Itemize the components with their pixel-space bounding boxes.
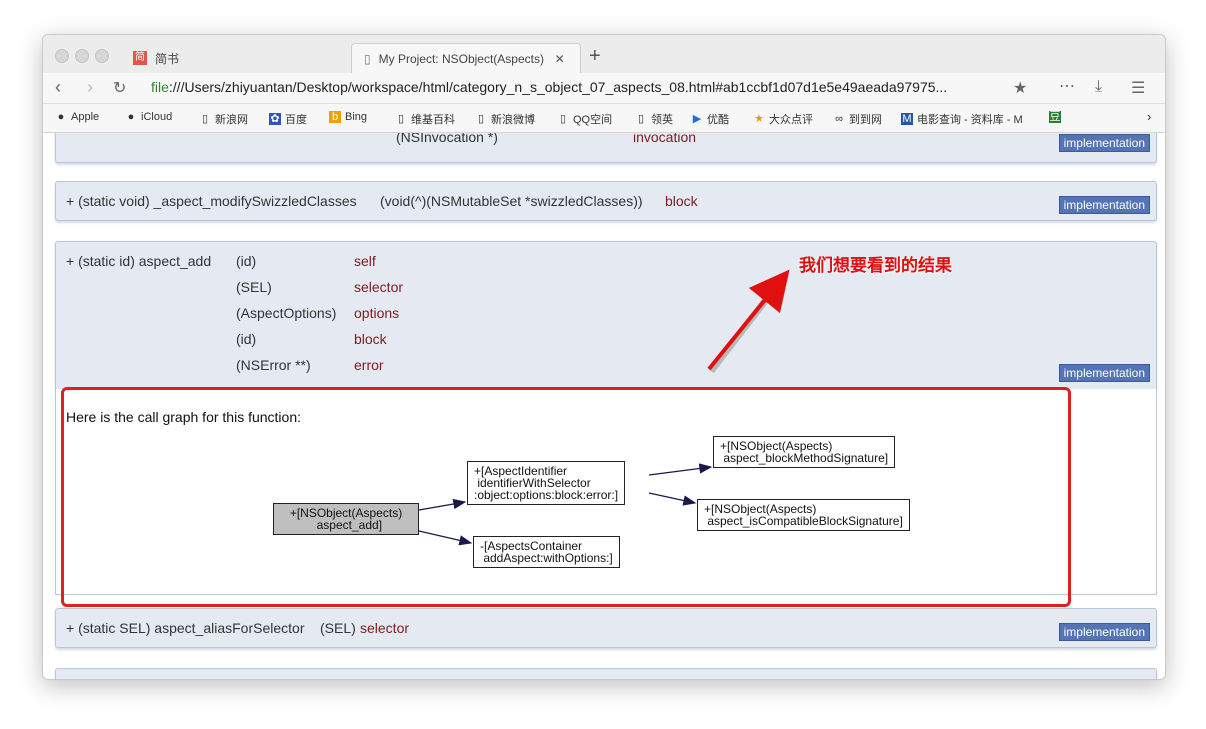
bookmark-apple[interactable]: ● Apple: [55, 111, 99, 123]
annotation-text: 我们想要看到的结果: [799, 256, 952, 276]
bookmark-qzone[interactable]: ▯ QQ空间: [557, 111, 612, 127]
new-tab-button[interactable]: +: [589, 45, 601, 68]
page-icon: ▯: [477, 113, 485, 125]
bookmark-label: 新浪网: [215, 114, 248, 126]
method-signature: + (static SEL) aspect_aliasForSelector: [66, 620, 305, 636]
reload-icon[interactable]: ↻: [113, 78, 126, 98]
page-icon: ▯: [364, 52, 371, 66]
close-tab-icon[interactable]: ✕: [555, 52, 565, 66]
bookmark-label: 到到网: [849, 114, 882, 126]
bookmark-label: 维基百科: [411, 114, 455, 126]
menu-icon[interactable]: ☰: [1131, 78, 1145, 98]
bookmark-icloud[interactable]: ● iCloud: [125, 111, 173, 123]
bookmark-star-icon[interactable]: ★: [1013, 78, 1027, 98]
page-icon: ▯: [201, 113, 209, 125]
back-icon[interactable]: ‹: [55, 77, 61, 98]
browser-window: 简 简书 ▯ My Project: NSObject(Aspects) Ca …: [42, 34, 1166, 680]
jianshu-icon: 简: [133, 51, 147, 65]
bing-icon: b: [329, 111, 341, 123]
owl-icon: ∞: [835, 113, 843, 125]
bookmark-label: Apple: [71, 111, 100, 123]
bookmarks-bar: ● Apple ● iCloud ▯ 新浪网 ✿ 百度 b Bing ▯ 维基百科 ▯ 新浪微…: [43, 104, 1165, 133]
bookmark-baidu[interactable]: ✿ 百度: [269, 111, 307, 127]
bookmark-douban[interactable]: 豆: [1049, 111, 1061, 123]
bookmark-label: 新浪微博: [491, 114, 535, 126]
bookmark-label: iCloud: [141, 111, 173, 123]
card-alias-for-selector: + (static SEL) aspect_aliasForSelector (…: [55, 608, 1157, 648]
url-scheme: file: [151, 79, 169, 95]
param-name: selector: [360, 620, 410, 636]
apple-icon: ●: [57, 111, 65, 123]
card-partial-bottom: [55, 668, 1157, 679]
nav-bar: ‹ › ↻ file:///Users/zhiyuantan/Desktop/w…: [43, 73, 1165, 104]
close-window-button[interactable]: [55, 49, 69, 63]
zoom-window-button[interactable]: [95, 49, 109, 63]
paw-icon: ✿: [269, 113, 281, 125]
bookmark-label: 领英: [651, 114, 673, 126]
douban-icon: 豆: [1049, 111, 1061, 123]
bookmark-mtime[interactable]: M 电影查询 - 资料库 - M: [901, 111, 1023, 127]
apple-icon: ●: [127, 111, 135, 123]
bookmark-linkedin[interactable]: ▯ 领英: [635, 111, 673, 127]
more-icon[interactable]: ⋯: [1059, 76, 1075, 96]
bookmark-tripadvisor[interactable]: ∞ 到到网: [833, 111, 882, 127]
page-icon: ▯: [637, 113, 645, 125]
implementation-link[interactable]: implementation: [1058, 623, 1150, 641]
bookmark-dianping[interactable]: ★ 大众点评: [753, 111, 813, 127]
url-text: :///Users/zhiyuantan/Desktop/workspace/h…: [168, 79, 948, 95]
page-content: (NSInvocation *) invocation implementati…: [43, 133, 1165, 679]
forward-icon[interactable]: ›: [87, 77, 93, 98]
annotation-arrow: [707, 269, 790, 371]
play-icon: ▶: [692, 113, 702, 125]
bookmark-label: 电影查询 - 资料库 - M: [917, 114, 1023, 126]
highlight-box: [61, 387, 1071, 607]
tab-jianshu[interactable]: 简 简书: [133, 43, 179, 73]
bookmarks-overflow-icon[interactable]: ›: [1147, 109, 1151, 124]
param-type: (SEL): [320, 620, 356, 636]
title-bar: 简 简书 ▯ My Project: NSObject(Aspects) Ca …: [43, 35, 1165, 74]
dianping-icon: ★: [754, 113, 764, 125]
tab-label: 简书: [155, 51, 180, 66]
bookmark-youku[interactable]: ▶ 优酷: [691, 111, 729, 127]
bookmark-label: 优酷: [707, 114, 729, 126]
page-icon: ▯: [559, 113, 567, 125]
film-icon: M: [901, 113, 913, 125]
bookmark-label: QQ空间: [573, 114, 613, 126]
url-bar[interactable]: file:///Users/zhiyuantan/Desktop/workspa…: [151, 79, 1001, 95]
bookmark-label: 百度: [285, 114, 307, 126]
download-icon[interactable]: ⤓: [1095, 78, 1102, 96]
tab-my-project[interactable]: ▯ My Project: NSObject(Aspects) Ca ✕: [351, 43, 581, 74]
bookmark-label: 大众点评: [769, 114, 813, 126]
tab-label: My Project: NSObject(Aspects) Ca: [378, 52, 547, 66]
bookmark-sina[interactable]: ▯ 新浪网: [199, 111, 248, 127]
bookmark-weibo[interactable]: ▯ 新浪微博: [475, 111, 535, 127]
bookmark-label: Bing: [345, 111, 368, 123]
bookmark-wikipedia[interactable]: ▯ 维基百科: [395, 111, 455, 127]
bookmark-bing[interactable]: b Bing: [329, 111, 367, 123]
page-icon: ▯: [397, 113, 405, 125]
minimize-window-button[interactable]: [75, 49, 89, 63]
